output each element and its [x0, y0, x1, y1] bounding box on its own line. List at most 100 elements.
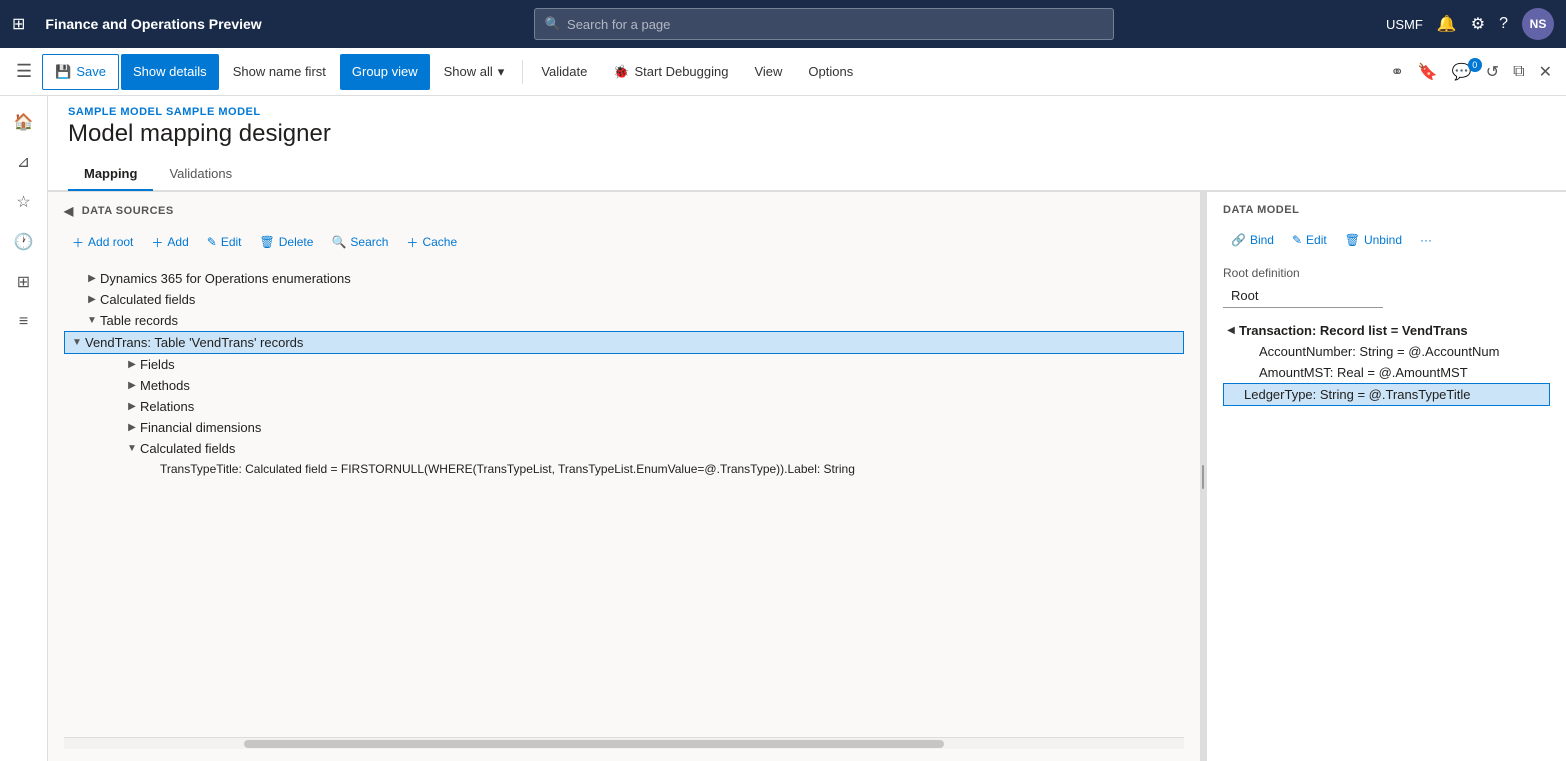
connect-icon[interactable]: ⚭	[1385, 62, 1410, 82]
main-layout: 🏠 ⊿ ☆ 🕐 ⊞ ≡ SAMPLE MODEL SAMPLE MODEL Mo…	[0, 96, 1566, 761]
tree-item-tableRecords[interactable]: ▼ Table records	[64, 310, 1184, 331]
show-details-button[interactable]: Show details	[121, 54, 219, 90]
edit-icon: ✎	[1292, 233, 1302, 247]
datamodel-panel: DATA MODEL 🔗 Bind ✎ Edit 🗑 Unbind	[1206, 192, 1566, 761]
toolbar: ☰ 💾 Save Show details Show name first Gr…	[0, 48, 1566, 96]
sidebar-item-home[interactable]: 🏠	[6, 104, 42, 140]
unbind-button[interactable]: 🗑 Unbind	[1337, 226, 1410, 254]
delete-button[interactable]: 🗑 Delete	[252, 228, 322, 256]
dm-tree-item-transaction[interactable]: ◀ Transaction: Record list = VendTrans	[1223, 320, 1550, 341]
breadcrumb: SAMPLE MODEL SAMPLE MODEL	[48, 96, 1566, 120]
dm-edit-button[interactable]: ✎ Edit	[1284, 226, 1335, 254]
sidebar-item-workspace[interactable]: ⊞	[6, 264, 42, 300]
help-icon[interactable]: ?	[1499, 15, 1508, 33]
options-button[interactable]: Options	[796, 54, 865, 90]
tree-item-enum[interactable]: ▶ Dynamics 365 for Operations enumeratio…	[64, 268, 1184, 289]
tabs: Mapping Validations	[48, 158, 1566, 191]
tab-validations[interactable]: Validations	[153, 158, 248, 191]
tree-item-fields[interactable]: ▶ Fields	[64, 354, 1184, 375]
chevron-icon: ▶	[84, 294, 100, 305]
h-scrollbar[interactable]	[64, 737, 1184, 749]
datamodel-toolbar: 🔗 Bind ✎ Edit 🗑 Unbind ···	[1223, 226, 1550, 254]
tab-mapping[interactable]: Mapping	[68, 158, 153, 191]
add-root-icon: ＋	[72, 234, 84, 251]
top-nav-right: USMF 🔔 ⚙ ? NS	[1386, 8, 1554, 40]
user-code: USMF	[1386, 17, 1423, 32]
collapse-icon[interactable]: ◀	[64, 204, 74, 218]
chevron-down-icon: ▾	[498, 64, 505, 80]
h-scrollbar-thumb[interactable]	[244, 740, 944, 748]
edit-button[interactable]: ✎ Edit	[199, 228, 250, 256]
badge-wrap: 💬 0	[1446, 62, 1478, 82]
page-title: Model mapping designer	[48, 120, 1566, 158]
dm-tree-item-ledgertype[interactable]: LedgerType: String = @.TransTypeTitle	[1223, 383, 1550, 406]
chevron-icon: ▶	[124, 380, 140, 391]
tree-item-financialdims[interactable]: ▶ Financial dimensions	[64, 417, 1184, 438]
panel-toolbar: ＋ Add root ＋ Add ✎ Edit 🗑 Delete	[64, 228, 1184, 256]
save-icon: 💾	[55, 64, 71, 80]
sidebar-item-favorites[interactable]: ☆	[6, 184, 42, 220]
sidebar-item-filter[interactable]: ⊿	[6, 144, 42, 180]
show-all-button[interactable]: Show all ▾	[432, 54, 517, 90]
bookmark-icon[interactable]: 🔖	[1412, 62, 1444, 82]
settings-icon[interactable]: ⚙	[1471, 14, 1485, 34]
datasources-tree: ▶ Dynamics 365 for Operations enumeratio…	[64, 268, 1184, 737]
sidebar-item-list[interactable]: ≡	[6, 304, 42, 340]
search-icon: 🔍	[545, 16, 561, 32]
divider	[522, 60, 523, 84]
add-root-button[interactable]: ＋ Add root	[64, 228, 141, 256]
top-nav: ⊞ Finance and Operations Preview 🔍 Searc…	[0, 0, 1566, 48]
root-def-value: Root	[1223, 284, 1383, 308]
chevron-icon: ▶	[84, 273, 100, 284]
left-sidebar: 🏠 ⊿ ☆ 🕐 ⊞ ≡	[0, 96, 48, 761]
cache-button[interactable]: ＋ Cache	[398, 228, 465, 256]
search-bar[interactable]: 🔍 Search for a page	[534, 8, 1114, 40]
sidebar-item-recent[interactable]: 🕐	[6, 224, 42, 260]
tree-item-calFields1[interactable]: ▶ Calculated fields	[64, 289, 1184, 310]
content-area: ◀ DATA SOURCES ＋ Add root ＋ Add ✎ Edit	[48, 192, 1566, 761]
bind-button[interactable]: 🔗 Bind	[1223, 226, 1282, 254]
new-window-icon[interactable]: ⧉	[1507, 63, 1530, 81]
add-button[interactable]: ＋ Add	[143, 228, 196, 256]
app-title: Finance and Operations Preview	[45, 16, 261, 32]
sidebar-toggle-icon[interactable]: ☰	[8, 61, 40, 82]
datasources-panel: ◀ DATA SOURCES ＋ Add root ＋ Add ✎ Edit	[48, 192, 1200, 761]
datamodel-tree: ◀ Transaction: Record list = VendTrans A…	[1223, 320, 1550, 749]
tree-item-methods[interactable]: ▶ Methods	[64, 375, 1184, 396]
refresh-icon[interactable]: ↺	[1480, 62, 1505, 82]
datasources-header: ◀ DATA SOURCES	[64, 204, 1184, 218]
tree-item-relations[interactable]: ▶ Relations	[64, 396, 1184, 417]
start-debugging-button[interactable]: 🐞 Start Debugging	[601, 54, 740, 90]
view-button[interactable]: View	[742, 54, 794, 90]
unbind-icon: 🗑	[1345, 233, 1360, 247]
bind-icon: 🔗	[1231, 233, 1246, 247]
dm-tree-item-accountnumber[interactable]: AccountNumber: String = @.AccountNum	[1223, 341, 1550, 362]
dm-tree-item-amountmst[interactable]: AmountMST: Real = @.AmountMST	[1223, 362, 1550, 383]
more-icon: ···	[1420, 233, 1432, 247]
chevron-icon: ▶	[124, 422, 140, 433]
chevron-icon: ▼	[69, 337, 85, 348]
close-icon[interactable]: ✕	[1533, 62, 1558, 82]
search-button[interactable]: 🔍 Search	[323, 228, 396, 256]
grid-icon[interactable]: ⊞	[12, 14, 25, 34]
tree-item-vendtrans[interactable]: ▼ VendTrans: Table 'VendTrans' records	[64, 331, 1184, 354]
chevron-icon: ▼	[84, 315, 100, 326]
tree-item-transtypetitle[interactable]: TransTypeTitle: Calculated field = FIRST…	[64, 459, 1184, 479]
show-name-button[interactable]: Show name first	[221, 54, 338, 90]
notification-icon[interactable]: 🔔	[1437, 14, 1457, 34]
save-button[interactable]: 💾 Save	[42, 54, 119, 90]
validate-button[interactable]: Validate	[529, 54, 599, 90]
avatar[interactable]: NS	[1522, 8, 1554, 40]
main-content: SAMPLE MODEL SAMPLE MODEL Model mapping …	[48, 96, 1566, 761]
chevron-icon: ▼	[124, 443, 140, 454]
debug-icon: 🐞	[613, 64, 629, 80]
splitter-dot	[1202, 465, 1204, 489]
group-view-button[interactable]: Group view	[340, 54, 430, 90]
add-icon: ＋	[151, 234, 163, 251]
more-button[interactable]: ···	[1412, 226, 1440, 254]
search-placeholder: Search for a page	[567, 17, 670, 32]
tree-item-calcfields2[interactable]: ▼ Calculated fields	[64, 438, 1184, 459]
datamodel-header: DATA MODEL	[1223, 204, 1550, 216]
cache-icon: ＋	[406, 234, 418, 251]
root-def-label: Root definition	[1223, 266, 1550, 280]
